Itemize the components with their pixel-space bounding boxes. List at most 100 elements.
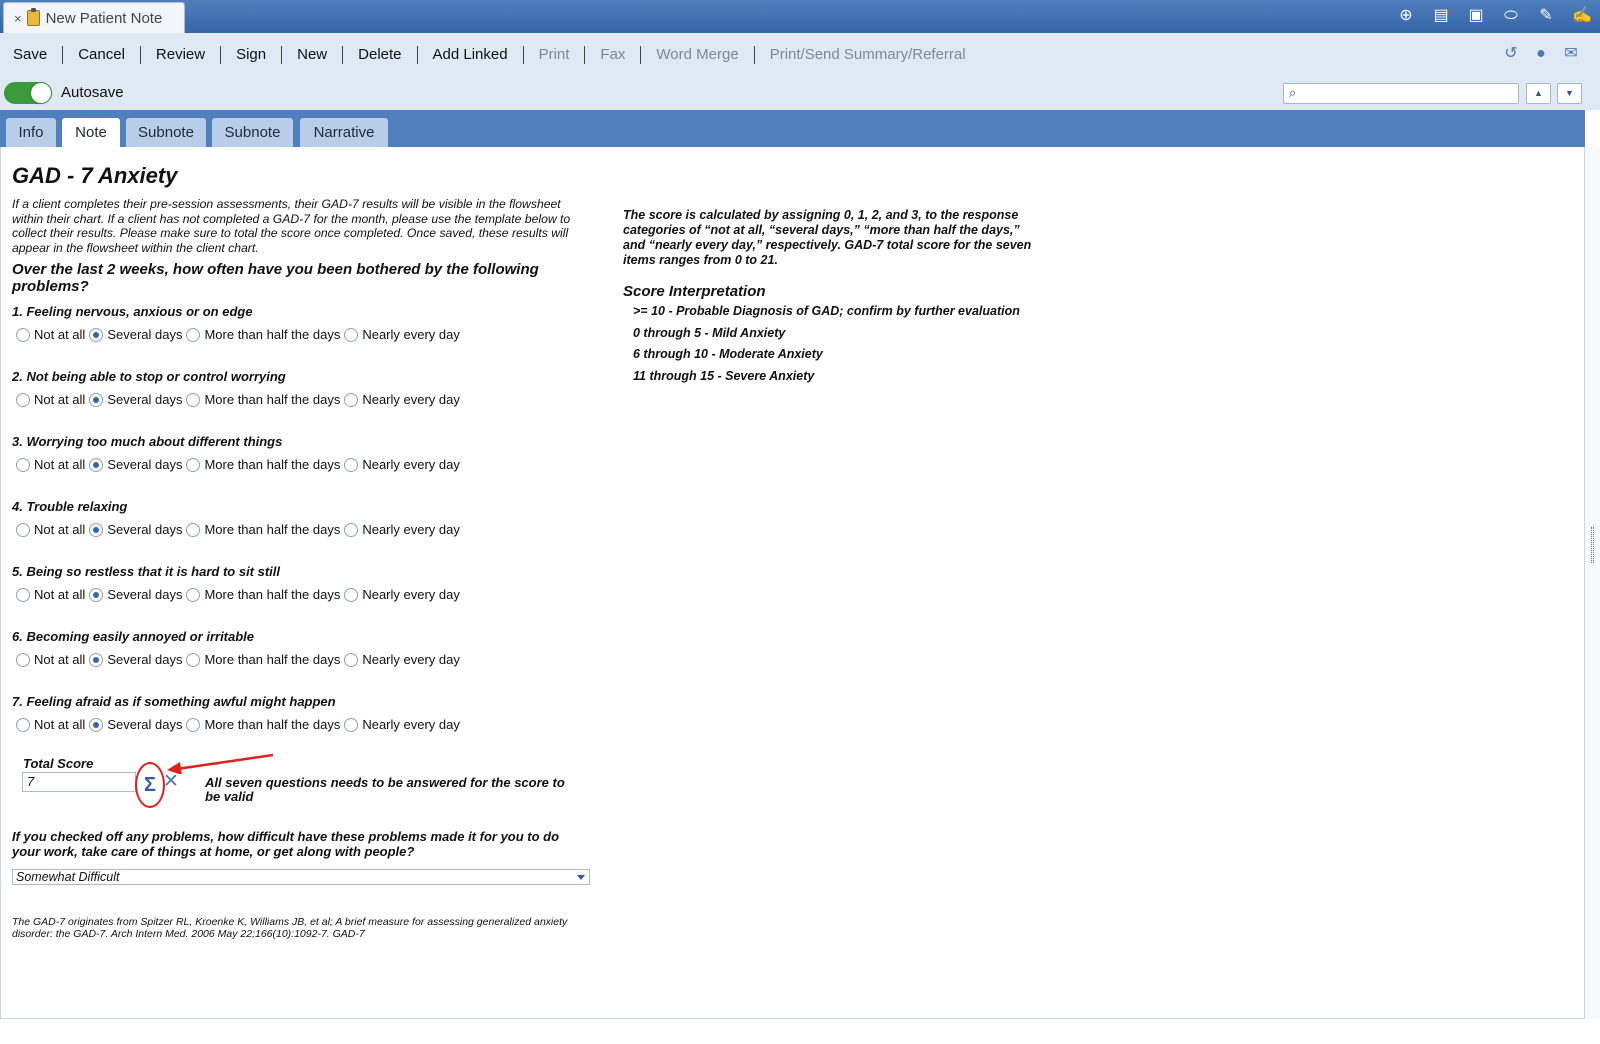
radio-button[interactable] xyxy=(16,457,30,472)
answer-option[interactable]: Not at all xyxy=(16,717,85,732)
tab-note[interactable]: Note xyxy=(62,118,120,147)
answer-option[interactable]: Several days xyxy=(89,522,182,537)
splitter-handle[interactable] xyxy=(1585,147,1600,1019)
toggle-knob xyxy=(31,83,51,103)
radio-button[interactable] xyxy=(89,327,104,342)
answer-option[interactable]: Several days xyxy=(89,587,182,602)
mail-icon[interactable]: ✉ xyxy=(1562,45,1580,63)
radio-button[interactable] xyxy=(344,717,359,732)
radio-button[interactable] xyxy=(16,522,30,537)
answer-option[interactable]: Nearly every day xyxy=(344,652,460,667)
radio-button[interactable] xyxy=(89,652,104,667)
radio-button[interactable] xyxy=(186,522,201,537)
previous-match-button[interactable]: ▲ xyxy=(1526,83,1551,104)
answer-option[interactable]: Several days xyxy=(89,652,182,667)
clipboard-icon[interactable]: ▣ xyxy=(1467,7,1485,25)
radio-button[interactable] xyxy=(16,327,30,342)
cancel-button[interactable]: Cancel xyxy=(63,45,141,64)
radio-button[interactable] xyxy=(344,587,359,602)
answer-option-label: Not at all xyxy=(34,392,86,407)
radio-button[interactable] xyxy=(89,392,104,407)
radio-button[interactable] xyxy=(89,587,104,602)
question-options: Not at all Several days More than half the… xyxy=(16,457,464,472)
radio-button[interactable] xyxy=(186,652,201,667)
answer-option[interactable]: Several days xyxy=(89,717,182,732)
answer-option[interactable]: More than half the days xyxy=(186,717,340,732)
total-score-input[interactable]: 7 xyxy=(22,772,136,792)
history-icon[interactable]: ↺ xyxy=(1502,45,1520,63)
answer-option[interactable]: Nearly every day xyxy=(344,327,460,342)
radio-button[interactable] xyxy=(344,327,359,342)
radio-button[interactable] xyxy=(16,717,30,732)
answer-option[interactable]: More than half the days xyxy=(186,457,340,472)
autosave-toggle[interactable] xyxy=(4,82,52,104)
answer-option[interactable]: More than half the days xyxy=(186,652,340,667)
sign-button[interactable]: Sign xyxy=(221,45,283,64)
radio-button[interactable] xyxy=(186,457,201,472)
answer-option[interactable]: Several days xyxy=(89,457,182,472)
radio-button[interactable] xyxy=(344,522,359,537)
answer-option[interactable]: Not at all xyxy=(16,457,85,472)
search-icon: ⌕ xyxy=(1289,85,1297,100)
radio-button[interactable] xyxy=(186,327,201,342)
answer-option[interactable]: More than half the days xyxy=(186,392,340,407)
tab-subnote-2[interactable]: Subnote xyxy=(212,118,293,147)
answer-option[interactable]: Nearly every day xyxy=(344,522,460,537)
tab-info[interactable]: Info xyxy=(6,118,56,147)
globe-icon[interactable]: ⊕ xyxy=(1397,7,1415,25)
title-bar-icons: ⊕ ▤ ▣ ⬭ ✎ ✍ xyxy=(1397,7,1592,25)
radio-button[interactable] xyxy=(16,652,30,667)
radio-button[interactable] xyxy=(186,392,201,407)
radio-button[interactable] xyxy=(16,392,30,407)
chat-icon[interactable]: ● xyxy=(1532,45,1550,63)
interpretation-item: 11 through 15 - Severe Anxiety xyxy=(633,369,815,383)
radio-button[interactable] xyxy=(16,587,30,602)
radio-button[interactable] xyxy=(344,457,359,472)
radio-button[interactable] xyxy=(186,717,201,732)
answer-option[interactable]: Nearly every day xyxy=(344,457,460,472)
answer-option[interactable]: Not at all xyxy=(16,327,85,342)
answer-option[interactable]: Not at all xyxy=(16,587,85,602)
review-button[interactable]: Review xyxy=(141,45,222,64)
answer-option[interactable]: Not at all xyxy=(16,652,85,667)
toolbar: Save Cancel Review Sign New Delete Add L… xyxy=(0,33,1600,76)
search-input[interactable] xyxy=(1306,85,1516,102)
delete-button[interactable]: Delete xyxy=(343,45,418,64)
clear-score-icon[interactable]: ✕ xyxy=(163,772,179,792)
radio-button[interactable] xyxy=(89,457,104,472)
radio-button[interactable] xyxy=(344,652,359,667)
answer-option[interactable]: Several days xyxy=(89,327,182,342)
answer-option[interactable]: More than half the days xyxy=(186,522,340,537)
answer-option[interactable]: Nearly every day xyxy=(344,717,460,732)
calculate-sum-icon[interactable]: Σ xyxy=(135,762,165,808)
sign-pen-icon[interactable]: ✍ xyxy=(1572,7,1592,25)
radio-button[interactable] xyxy=(344,392,359,407)
pill-icon[interactable]: ⬭ xyxy=(1502,7,1520,25)
answer-option[interactable]: More than half the days xyxy=(186,587,340,602)
tab-narrative[interactable]: Narrative xyxy=(300,118,388,147)
pen-icon[interactable]: ✎ xyxy=(1537,7,1555,25)
next-match-button[interactable]: ▼ xyxy=(1557,83,1582,104)
search-box[interactable]: ⌕ xyxy=(1283,83,1519,104)
answer-option[interactable]: Not at all xyxy=(16,522,85,537)
answer-option[interactable]: Nearly every day xyxy=(344,392,460,407)
answer-option-label: More than half the days xyxy=(204,717,341,732)
answer-option[interactable]: Nearly every day xyxy=(344,587,460,602)
tab-subnote-1[interactable]: Subnote xyxy=(126,118,206,147)
answer-option-label: More than half the days xyxy=(204,392,341,407)
save-button[interactable]: Save xyxy=(13,45,64,64)
document-tab[interactable]: × New Patient Note xyxy=(3,2,185,33)
new-button[interactable]: New xyxy=(282,45,344,64)
answer-option[interactable]: Not at all xyxy=(16,392,85,407)
close-tab-button[interactable]: × xyxy=(14,11,22,26)
book-icon[interactable]: ▤ xyxy=(1432,7,1450,25)
answer-option[interactable]: More than half the days xyxy=(186,327,340,342)
add-linked-button[interactable]: Add Linked xyxy=(418,45,524,64)
answer-option-label: More than half the days xyxy=(204,522,341,537)
radio-button[interactable] xyxy=(89,717,104,732)
radio-button[interactable] xyxy=(186,587,201,602)
difficulty-select[interactable]: Somewhat Difficult xyxy=(12,869,590,885)
radio-button[interactable] xyxy=(89,522,104,537)
answer-option[interactable]: Several days xyxy=(89,392,182,407)
answer-option-label: Several days xyxy=(107,717,183,732)
